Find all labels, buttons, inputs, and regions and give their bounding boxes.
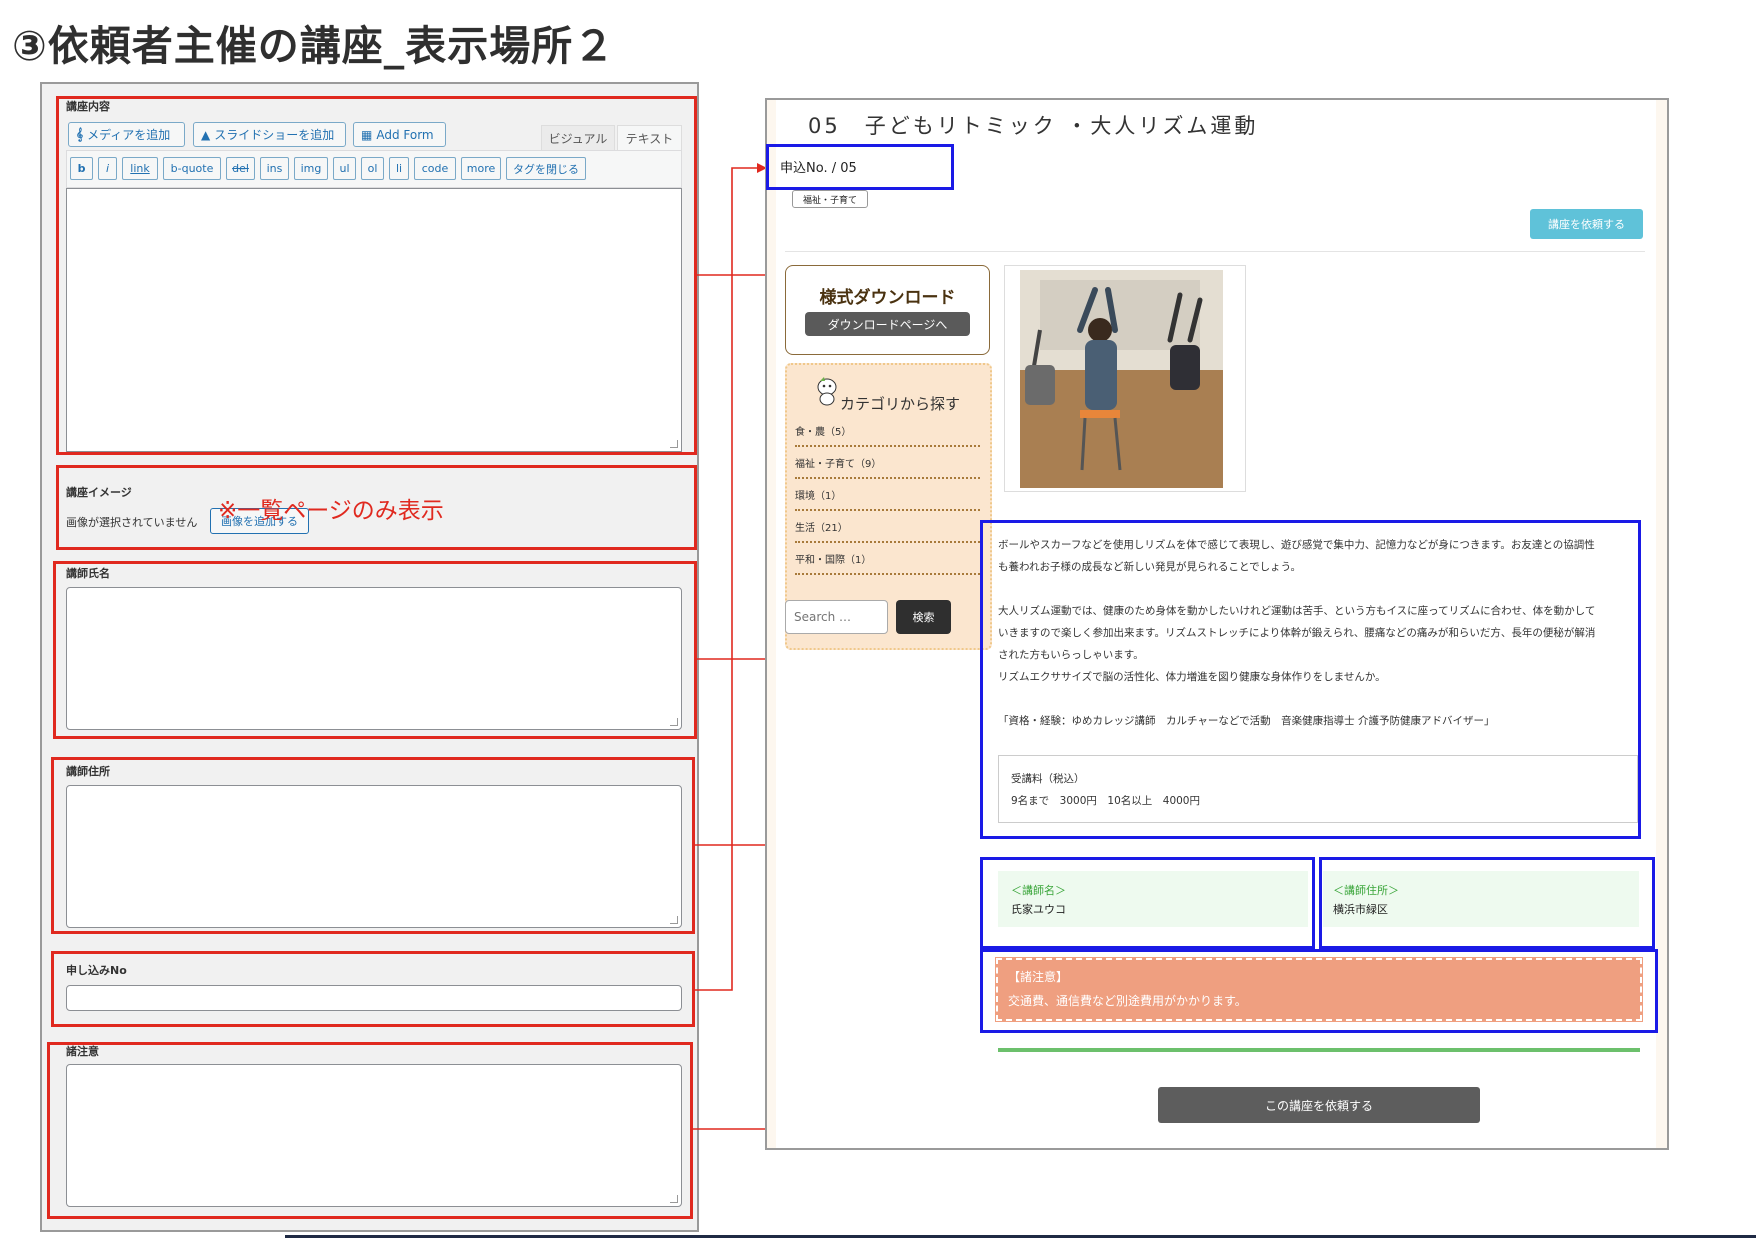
application-no-connector: [695, 163, 767, 991]
search-button[interactable]: 検索: [896, 600, 951, 634]
instructor-name-highlight-blue: [980, 857, 1315, 949]
category-item-environment[interactable]: 環境（1）: [795, 487, 980, 511]
request-lecture-button[interactable]: 講座を依頼する: [1530, 209, 1643, 239]
category-item-peace[interactable]: 平和・国際（1）: [795, 551, 980, 575]
notes-highlight-red: [47, 1042, 693, 1219]
description-highlight-blue: [980, 520, 1641, 839]
instructor-address-highlight-blue: [1319, 857, 1655, 949]
category-item-food[interactable]: 食・農（5）: [795, 423, 980, 447]
divider: [785, 251, 1645, 252]
application-no-highlight-red: [51, 951, 695, 1027]
category-title: カテゴリから探す: [840, 395, 961, 413]
content-highlight-red: [56, 96, 697, 455]
lecture-photo: [1020, 270, 1223, 488]
request-this-lecture-button[interactable]: この講座を依頼する: [1158, 1087, 1480, 1123]
download-widget: [785, 265, 990, 355]
slide-title: ③依頼者主催の講座_表示場所２: [12, 22, 616, 70]
download-title: 様式ダウンロード: [819, 288, 956, 308]
image-highlight-red: [56, 465, 697, 550]
lecture-title: 05 子どもリトミック ・大人リズム運動: [808, 114, 1259, 138]
footer-rule: [285, 1235, 1756, 1238]
green-divider: [998, 1048, 1640, 1052]
category-tag[interactable]: 福祉・子育て: [792, 190, 869, 208]
instructor-name-highlight-red: [53, 561, 697, 739]
search-input[interactable]: [785, 600, 888, 634]
notes-highlight-blue: [980, 949, 1658, 1033]
category-item-welfare[interactable]: 福祉・子育て（9）: [795, 455, 980, 479]
category-item-life[interactable]: 生活（21）: [795, 519, 980, 543]
mascot-icon: [815, 376, 839, 406]
application-no-highlight-blue: [766, 144, 954, 190]
instructor-address-highlight-red: [51, 757, 695, 934]
download-page-button[interactable]: ダウンロードページへ: [805, 312, 970, 336]
